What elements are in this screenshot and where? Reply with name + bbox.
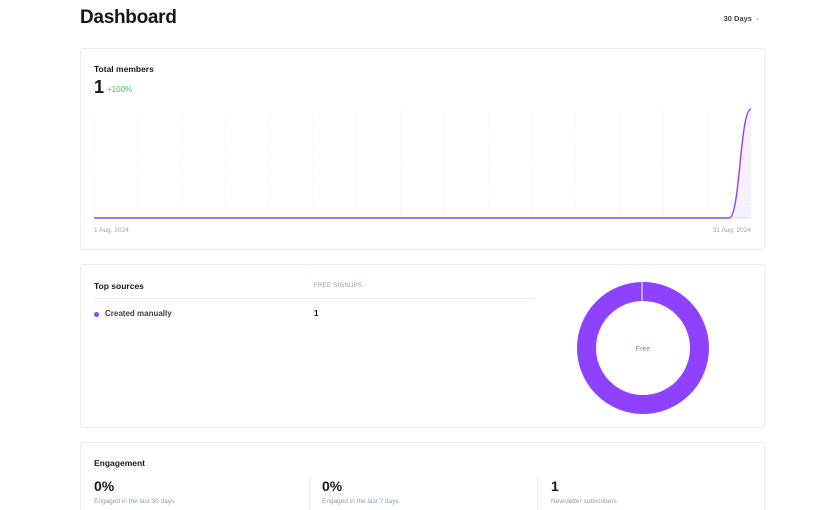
members-chart: 1 Aug, 2024 31 Aug, 2024 (93, 108, 752, 234)
top-sources-title: Top sources (94, 281, 144, 291)
stat-value: 0% (94, 478, 115, 494)
chevron-down-icon: ⌄ (754, 16, 760, 22)
engagement-stat-7d: 0% Engaged in the last 7 days (322, 478, 532, 505)
series-line (94, 108, 752, 219)
chart-grid (93, 109, 752, 218)
engagement-stat-30d: 0% Engaged in the last 30 days (94, 478, 304, 505)
page-title: Dashboard (80, 7, 177, 28)
source-color-dot (94, 312, 99, 317)
engagement-title: Engagement (94, 458, 146, 468)
donut-center-label: Free (636, 346, 651, 353)
table-row[interactable]: Created manually 1 (94, 309, 534, 321)
source-name: Created manually (105, 309, 172, 318)
total-members-card: Total members 1 +100% 1 Aug, 2024 31 Aug… (80, 48, 765, 250)
stat-divider (537, 477, 538, 510)
date-range-select[interactable]: 30 Days ⌄ (724, 14, 760, 23)
stat-divider (309, 477, 310, 510)
x-tick-end: 31 Aug, 2024 (713, 227, 752, 234)
x-tick-start: 1 Aug, 2024 (94, 227, 129, 234)
signups-donut-chart: Free (577, 282, 709, 414)
stat-value: 1 (551, 478, 559, 494)
date-range-label: 30 Days (723, 14, 752, 23)
stat-value: 0% (322, 478, 343, 494)
stat-label: Engaged in the last 30 days (94, 498, 175, 505)
stat-label: Newsletter subscribers (551, 498, 617, 505)
source-count: 1 (314, 309, 319, 318)
table-divider (94, 298, 534, 299)
top-sources-card: Top sources FREE SIGNUPS Created manuall… (80, 264, 765, 428)
engagement-card: Engagement 0% Engaged in the last 30 day… (80, 442, 765, 510)
free-signups-header: FREE SIGNUPS (314, 283, 363, 289)
engagement-stat-subscribers: 1 Newsletter subscribers (551, 478, 761, 505)
stat-label: Engaged in the last 7 days (322, 498, 399, 505)
series-area (94, 109, 751, 218)
